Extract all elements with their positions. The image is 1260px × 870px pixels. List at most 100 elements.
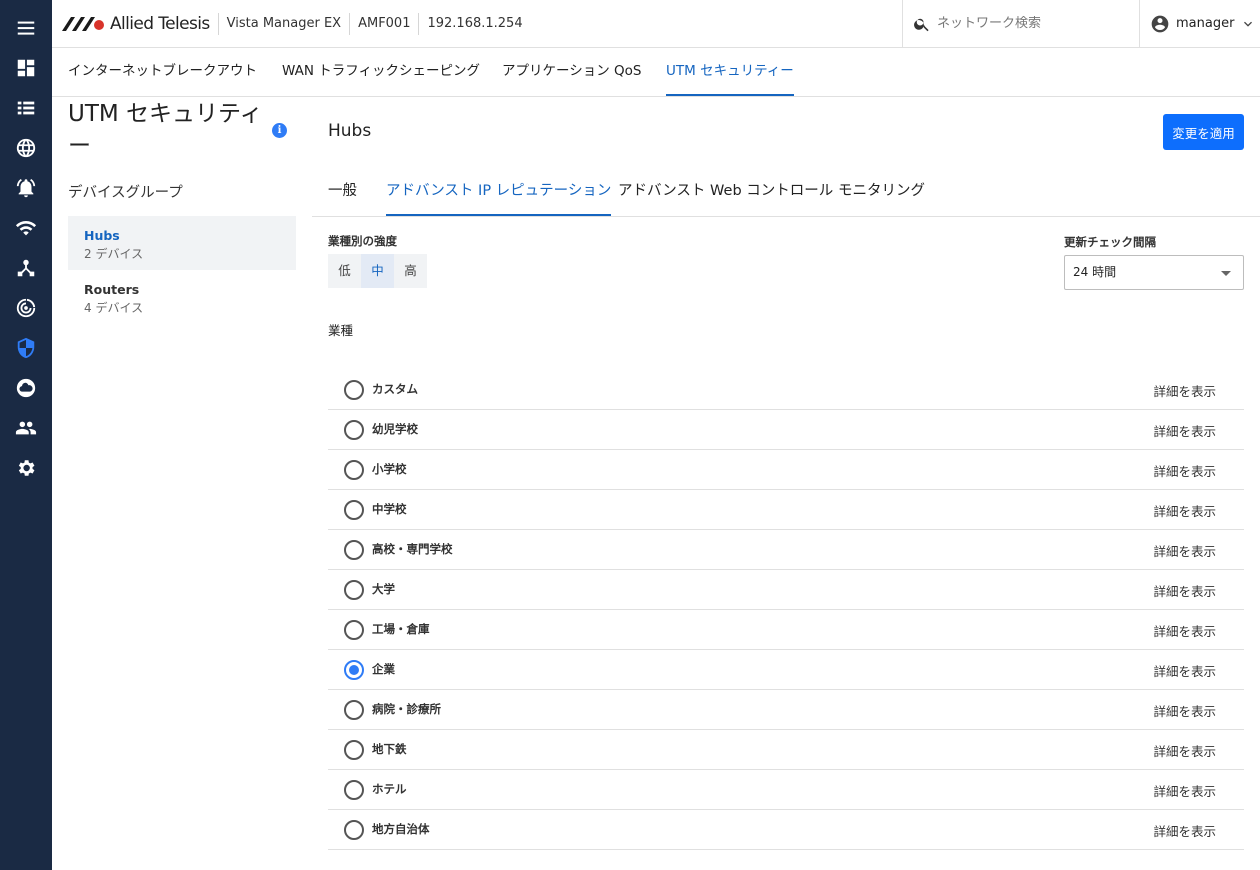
industry-row[interactable]: 高校・専門学校 詳細を表示: [328, 530, 1244, 570]
network-topology-icon[interactable]: [0, 248, 52, 288]
industry-label: 業種: [328, 323, 354, 338]
brand-name: Allied Telesis: [110, 13, 210, 34]
industry-radio[interactable]: [344, 820, 364, 840]
header-divider: [418, 12, 420, 35]
show-details-link[interactable]: 詳細を表示: [1153, 621, 1216, 640]
tab-utm-security[interactable]: UTM セキュリティー: [666, 48, 794, 96]
show-details-link[interactable]: 詳細を表示: [1153, 821, 1216, 840]
industry-radio[interactable]: [344, 780, 364, 800]
show-details-link[interactable]: 詳細を表示: [1153, 421, 1216, 440]
strength-low-button[interactable]: 低: [328, 254, 361, 288]
header-divider: [217, 12, 219, 35]
tab-advanced-web-control[interactable]: アドバンスト Web コントロール: [618, 168, 833, 216]
globe-icon[interactable]: [0, 128, 52, 168]
tab-internet-breakout[interactable]: インターネットブレークアウト: [68, 48, 257, 96]
industry-row[interactable]: 中学校 詳細を表示: [328, 490, 1244, 530]
industry-row[interactable]: 大学 詳細を表示: [328, 570, 1244, 610]
industry-row[interactable]: 地下鉄 詳細を表示: [328, 730, 1244, 770]
wifi-icon[interactable]: [0, 208, 52, 248]
industry-radio[interactable]: [344, 660, 364, 680]
group-device-count: 2 デバイス: [84, 247, 144, 261]
search-input[interactable]: [937, 16, 1127, 31]
list-icon[interactable]: [0, 88, 52, 128]
brand-logo[interactable]: Allied Telesis: [62, 0, 210, 48]
strength-label: 業種別の強度: [328, 234, 397, 248]
interval-label: 更新チェック間隔: [1064, 235, 1156, 249]
industry-row[interactable]: 企業 詳細を表示: [328, 650, 1244, 690]
industry-label: 大学: [372, 582, 395, 596]
industry-list: カスタム 詳細を表示 幼児学校 詳細を表示 小学校 詳細を表示 中学校 詳細を表示 高校・専門学…: [328, 370, 1244, 850]
industry-radio[interactable]: [344, 460, 364, 480]
industry-label: カスタム: [372, 382, 418, 396]
industry-label: 病院・診療所: [372, 702, 441, 716]
device-group-hubs[interactable]: Hubs 2 デバイス: [68, 216, 296, 270]
industry-row[interactable]: 地方自治体 詳細を表示: [328, 810, 1244, 850]
show-details-link[interactable]: 詳細を表示: [1153, 461, 1216, 480]
industry-label: 企業: [372, 662, 395, 676]
industry-label: 幼児学校: [372, 422, 418, 436]
industry-label: 地下鉄: [372, 742, 407, 756]
industry-radio[interactable]: [344, 700, 364, 720]
cloud-icon[interactable]: [0, 368, 52, 408]
device-group-routers[interactable]: Routers 4 デバイス: [68, 270, 296, 324]
brand-mark-icon: [62, 16, 104, 31]
industry-row[interactable]: 小学校 詳細を表示: [328, 450, 1244, 490]
industry-radio[interactable]: [344, 740, 364, 760]
industry-label: 地方自治体: [372, 822, 430, 836]
header-divider: [349, 12, 351, 35]
group-title: Hubs: [328, 121, 372, 141]
industry-radio[interactable]: [344, 580, 364, 600]
industry-radio[interactable]: [344, 540, 364, 560]
dashboard-icon[interactable]: [0, 48, 52, 88]
strength-toggle: 低 中 高: [328, 254, 427, 288]
users-icon[interactable]: [0, 408, 52, 448]
tab-advanced-ip-reputation[interactable]: アドバンスト IP レピュテーション: [386, 168, 612, 216]
show-details-link[interactable]: 詳細を表示: [1153, 541, 1216, 560]
info-icon[interactable]: i: [272, 123, 287, 138]
group-name: Routers: [84, 282, 140, 297]
industry-radio[interactable]: [344, 380, 364, 400]
user-name: manager: [1176, 16, 1235, 31]
show-details-link[interactable]: 詳細を表示: [1153, 661, 1216, 680]
show-details-link[interactable]: 詳細を表示: [1153, 381, 1216, 400]
industry-row[interactable]: ホテル 詳細を表示: [328, 770, 1244, 810]
menu-icon[interactable]: [0, 8, 52, 48]
industry-label: 中学校: [372, 502, 407, 516]
settings-tabs: 一般 アドバンスト IP レピュテーション アドバンスト Web コントロール …: [312, 168, 1260, 217]
settings-gear-icon[interactable]: [0, 448, 52, 488]
strength-medium-button[interactable]: 中: [361, 254, 394, 288]
dropdown-caret-icon: [1221, 271, 1231, 276]
top-header: Allied Telesis Vista Manager EX AMF001 1…: [52, 0, 1260, 48]
industry-radio[interactable]: [344, 500, 364, 520]
security-shield-icon[interactable]: [0, 328, 52, 368]
tab-wan-traffic-shaping[interactable]: WAN トラフィックシェーピング: [282, 48, 480, 96]
industry-radio[interactable]: [344, 620, 364, 640]
apply-changes-button[interactable]: 変更を適用: [1163, 114, 1244, 150]
account-avatar-icon: [1151, 15, 1169, 32]
industry-row[interactable]: 病院・診療所 詳細を表示: [328, 690, 1244, 730]
show-details-link[interactable]: 詳細を表示: [1153, 781, 1216, 800]
alert-bell-icon[interactable]: [0, 168, 52, 208]
tab-application-qos[interactable]: アプリケーション QoS: [502, 48, 641, 96]
group-name: Hubs: [84, 228, 120, 243]
radar-icon[interactable]: [0, 288, 52, 328]
tab-monitoring[interactable]: モニタリング: [838, 168, 925, 216]
industry-row[interactable]: 工場・倉庫 詳細を表示: [328, 610, 1244, 650]
device-name: AMF001: [358, 16, 411, 31]
show-details-link[interactable]: 詳細を表示: [1153, 501, 1216, 520]
show-details-link[interactable]: 詳細を表示: [1153, 741, 1216, 760]
user-menu[interactable]: manager: [1150, 0, 1256, 47]
strength-high-button[interactable]: 高: [394, 254, 427, 288]
industry-radio[interactable]: [344, 420, 364, 440]
industry-row[interactable]: 幼児学校 詳細を表示: [328, 410, 1244, 450]
industry-label: 小学校: [372, 462, 407, 476]
show-details-link[interactable]: 詳細を表示: [1153, 701, 1216, 720]
search-icon: [914, 18, 929, 31]
industry-row[interactable]: カスタム 詳細を表示: [328, 370, 1244, 410]
update-interval-select[interactable]: 24 時間: [1064, 255, 1244, 290]
tab-general[interactable]: 一般: [328, 168, 357, 216]
feature-tabs: インターネットブレークアウト WAN トラフィックシェーピング アプリケーション…: [52, 48, 1260, 97]
show-details-link[interactable]: 詳細を表示: [1153, 581, 1216, 600]
network-search: [902, 0, 1140, 47]
device-ip: 192.168.1.254: [427, 16, 523, 31]
